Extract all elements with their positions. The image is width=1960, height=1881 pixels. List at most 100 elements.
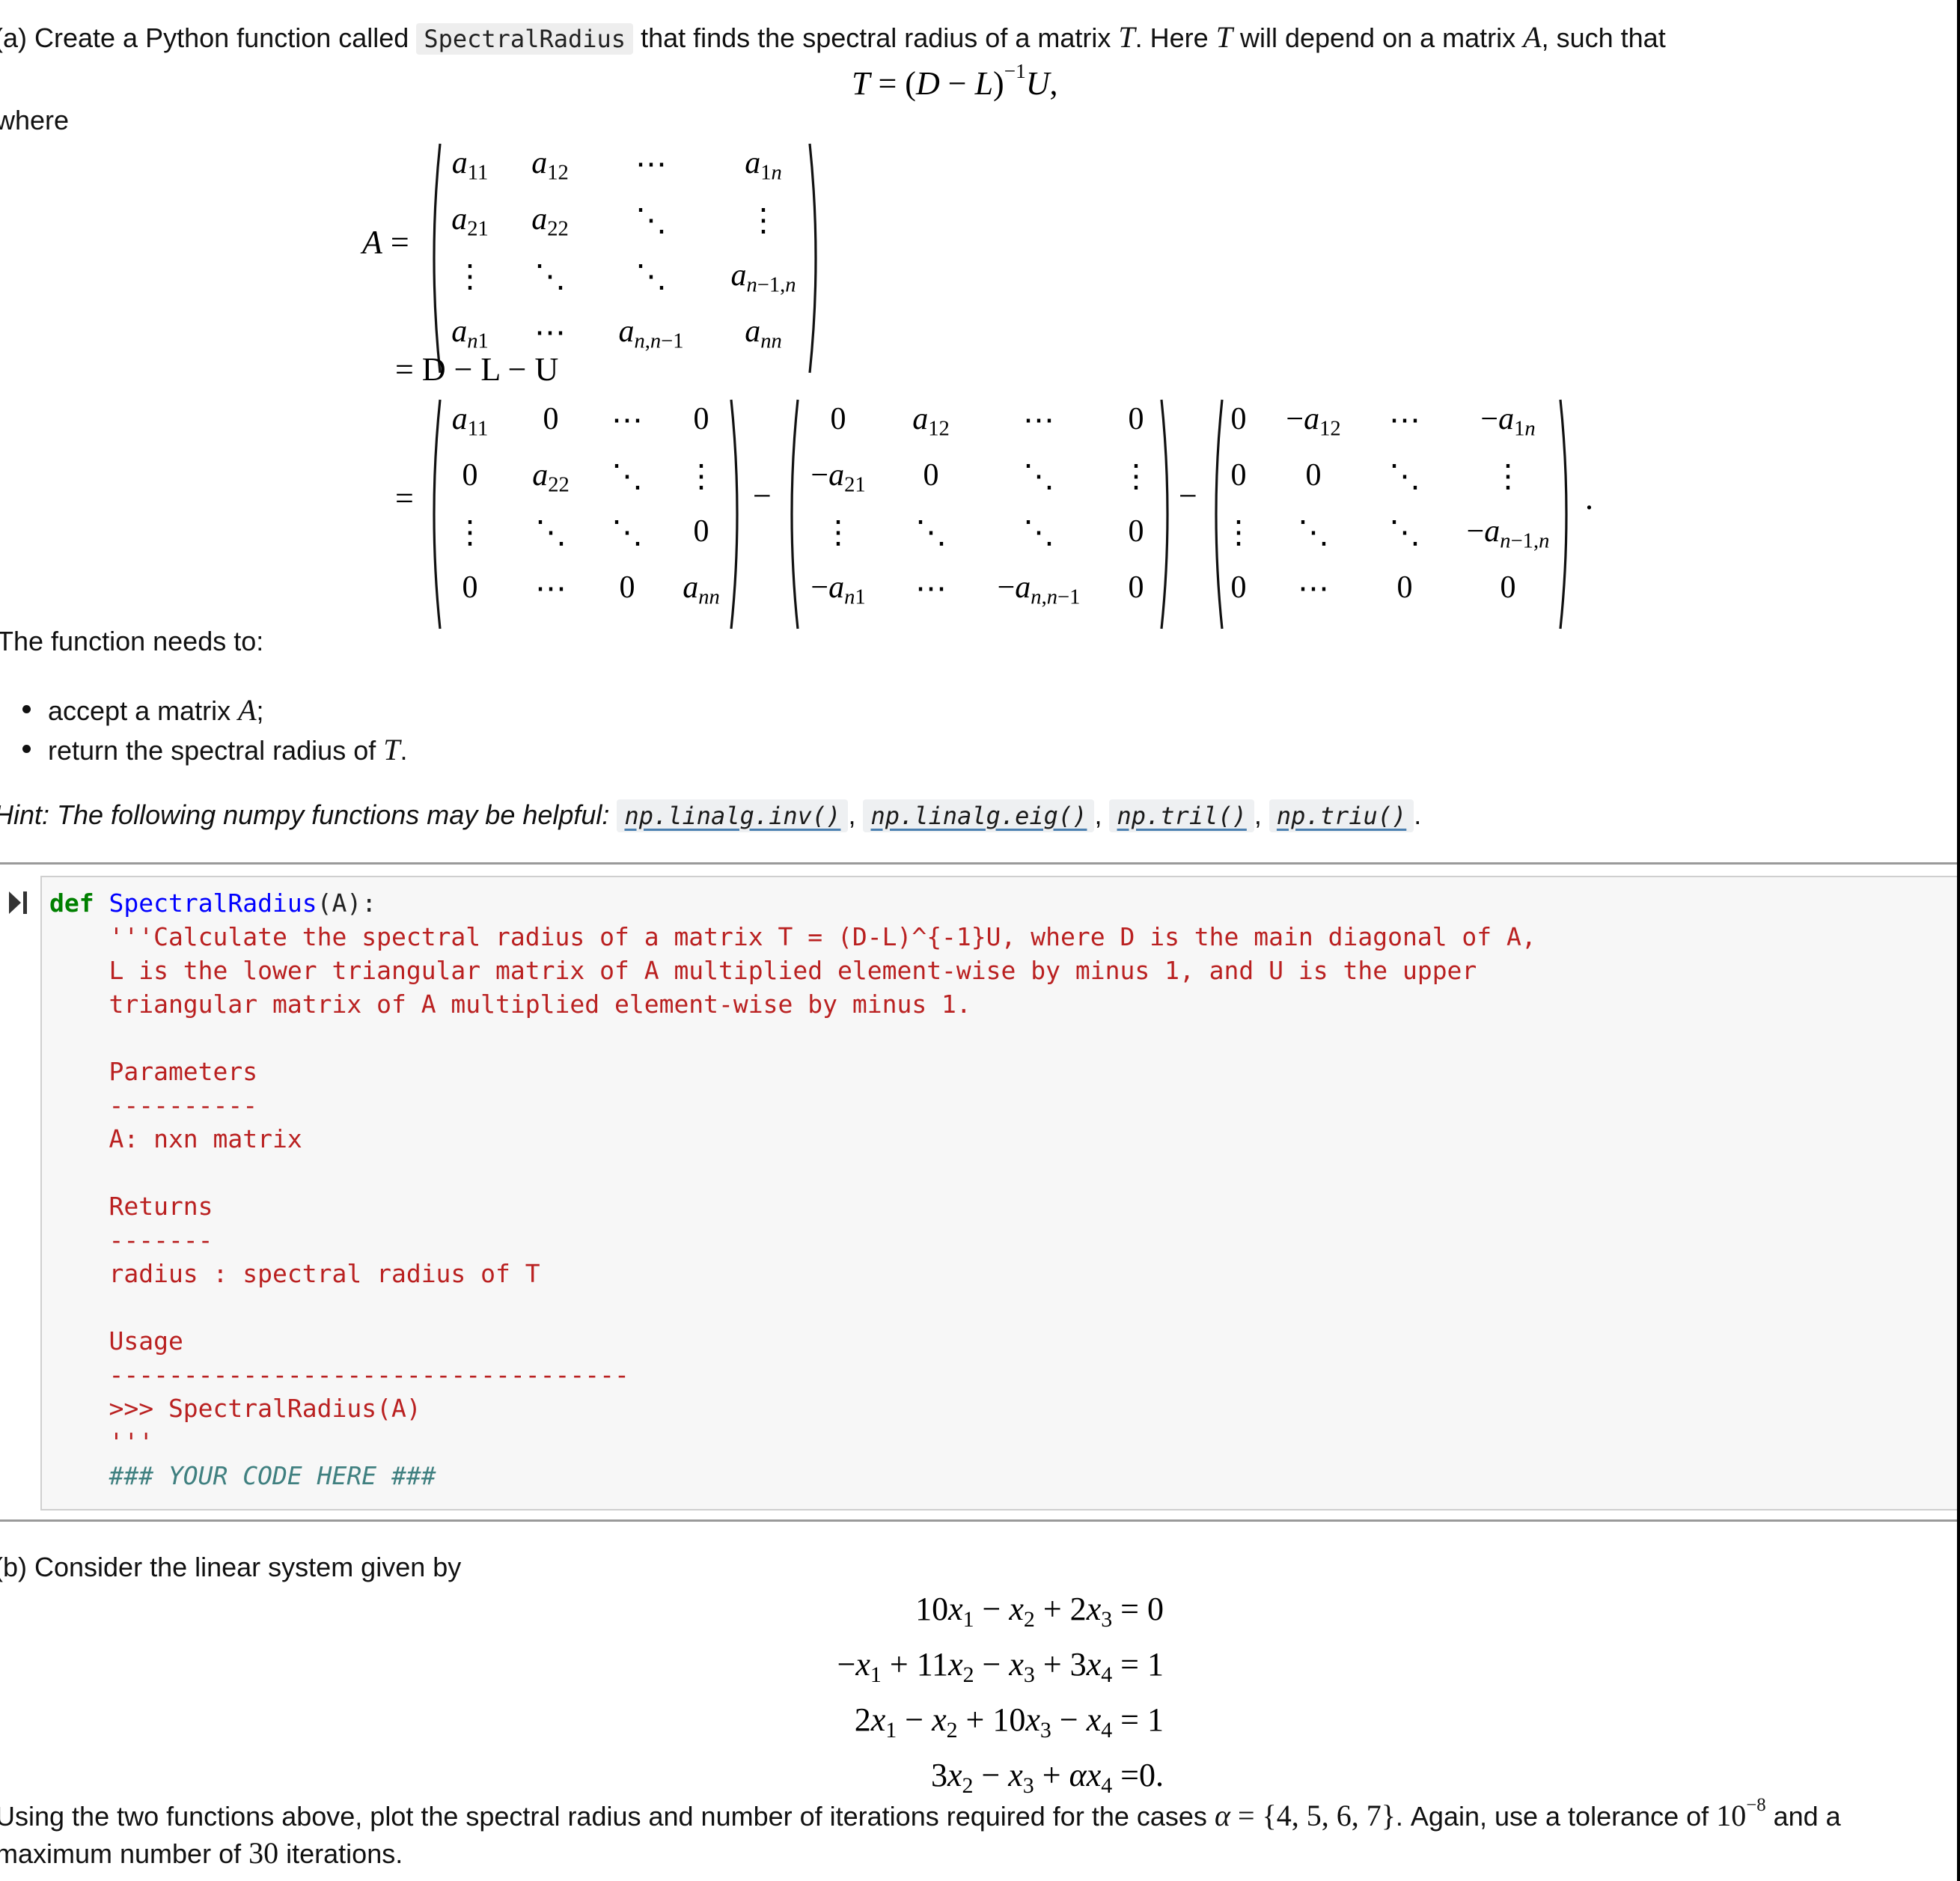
matrix-A-cell: ann [745, 314, 782, 353]
hint-link-eig[interactable]: np.linalg.eig() [863, 799, 1095, 832]
code-lines[interactable]: def SpectralRadius(A): '''Calculate the … [49, 886, 1536, 1493]
hint-link-inv[interactable]: np.linalg.inv() [617, 799, 849, 832]
formula-lhs: T [852, 64, 870, 102]
code-line[interactable]: L is the lower triangular matrix of A mu… [49, 954, 1536, 987]
code-line[interactable]: ------- [49, 1223, 1536, 1257]
matrix-D-cell: ⋯ [535, 572, 567, 606]
matrix-A-eq: = [390, 224, 409, 260]
matrix-A-right-paren [808, 142, 823, 374]
matrix-U-cell: ⋯ [1389, 403, 1420, 438]
docstring: triangular matrix of A multiplied elemen… [49, 990, 971, 1019]
docstring: L is the lower triangular matrix of A mu… [49, 956, 1477, 985]
matrix-A-name: A [362, 224, 382, 260]
matrix-L-cell: 0 [830, 402, 846, 436]
code-line[interactable]: >>> SpectralRadius(A) [49, 1391, 1536, 1425]
code-line[interactable]: triangular matrix of A multiplied elemen… [49, 987, 1536, 1021]
docstring: >>> SpectralRadius(A) [49, 1394, 421, 1423]
matrix-U-cell: ⋮ [1223, 516, 1254, 550]
matrix-D-cell: ⋱ [611, 460, 643, 494]
math-A: A [1523, 20, 1542, 54]
matrix-A-cell: a11 [451, 146, 489, 185]
matrix-D-cell: a22 [532, 458, 570, 497]
function-name: SpectralRadius [109, 888, 317, 918]
code-line[interactable]: '''Calculate the spectral radius of a ma… [49, 920, 1536, 954]
matrix-D-cell: ⋮ [686, 460, 717, 494]
matrix-L-cell: 0 [1128, 402, 1144, 436]
code-plain: (A): [317, 888, 377, 918]
matrix-A-left-paren [427, 142, 442, 374]
docstring: Parameters [49, 1057, 258, 1086]
code-line[interactable]: ----------------------------------- [49, 1358, 1536, 1391]
docstring: ''' [49, 1427, 154, 1457]
matrix-D-cell: ann [683, 570, 720, 609]
matrix-L-cell: −a21 [810, 458, 866, 497]
cell-divider-top [0, 862, 1957, 865]
matrix-L-cell: ⋱ [1023, 516, 1054, 550]
matrix-L-cell: ⋱ [915, 516, 947, 550]
code-line[interactable]: A: nxn matrix [49, 1122, 1536, 1156]
equation-1: 10x1 − x2 + 2x3 = 0 [915, 1591, 1164, 1632]
hint-link-triu[interactable]: np.triu() [1268, 799, 1414, 832]
bullet-tail: ; [256, 695, 264, 726]
matrix-L-right-paren [1160, 398, 1175, 630]
hint-sep: , [848, 799, 856, 830]
docstring: ------- [49, 1225, 213, 1254]
function-needs-label: The function needs to: [0, 626, 264, 656]
formula-eq: = ( [870, 64, 916, 102]
tolerance-exp: −8 [1746, 1795, 1766, 1815]
formula-end: , [1049, 64, 1058, 102]
docstring: '''Calculate the spectral radius of a ma… [49, 922, 1536, 951]
matrix-A-cell: ⋯ [534, 316, 566, 350]
keyword: def [49, 888, 94, 918]
intro-text-4: will depend on a matrix [1239, 22, 1516, 53]
bullet-tail: . [400, 735, 408, 766]
code-line[interactable]: radius : spectral radius of T [49, 1257, 1536, 1290]
docstring: radius : spectral radius of T [49, 1259, 540, 1288]
matrix-U-cell: 0 [1396, 570, 1413, 605]
closing-text-4: maximum number of [0, 1838, 242, 1869]
matrix-U-cell: ⋱ [1298, 516, 1329, 550]
matrix-A-cell: ⋱ [534, 260, 566, 294]
equation-2: −x1 + 11x2 − x3 + 3x4 = 1 [837, 1645, 1164, 1687]
code-line[interactable]: Parameters [49, 1055, 1536, 1088]
matrix-A-cell: a1n [745, 146, 782, 185]
matrix-U-cell: −a1n [1480, 402, 1536, 441]
matrix-L-cell: 0 [1128, 570, 1144, 605]
code-line[interactable]: Usage [49, 1324, 1536, 1358]
max-iterations: 30 [248, 1836, 279, 1870]
docstring: Returns [49, 1192, 213, 1221]
matrix-U-cell: −an−1,n [1466, 514, 1550, 553]
math-T: T [1118, 20, 1135, 54]
code-line[interactable] [49, 1290, 1536, 1324]
matrix-L-cell: 0 [923, 458, 939, 493]
matrix-A-cell: ⋮ [748, 204, 779, 238]
matrix-D-cell: ⋯ [611, 403, 643, 438]
matrix-D-cell: ⋱ [535, 516, 567, 550]
decomposition-line: = D − L − U [395, 351, 559, 388]
matrix-L-cell: ⋮ [1120, 460, 1152, 494]
closing-line-1: Using the two functions above, plot the … [0, 1795, 1841, 1833]
run-cell-icon[interactable] [9, 889, 28, 921]
code-line[interactable]: ''' [49, 1425, 1536, 1459]
code-line[interactable] [49, 1156, 1536, 1189]
hint-link-tril[interactable]: np.tril() [1109, 799, 1254, 832]
code-line[interactable] [49, 1021, 1536, 1055]
matrix-U-cell: ⋮ [1492, 460, 1524, 494]
bullet-2 [22, 745, 31, 753]
code-line[interactable]: ---------- [49, 1088, 1536, 1122]
matrix-U-cell: 0 [1230, 402, 1247, 436]
code-cell-editor[interactable]: def SpectralRadius(A): '''Calculate the … [40, 876, 1957, 1510]
intro-text-5: , such that [1541, 22, 1666, 53]
matrix-A-cell: an−1,n [730, 258, 796, 297]
hint-line: Hint: The following numpy functions may … [0, 799, 1421, 832]
formula-L: L [974, 64, 994, 102]
code-line[interactable]: Returns [49, 1189, 1536, 1223]
minus-sign-1: − [753, 478, 772, 514]
code-line[interactable]: def SpectralRadius(A): [49, 886, 1536, 920]
part-b-intro: (b) Consider the linear system given by [0, 1552, 462, 1582]
matrix-A-cell: ⋱ [635, 204, 667, 238]
code-line[interactable]: ### YOUR CODE HERE ### [49, 1459, 1536, 1493]
matrix-U-cell: ⋯ [1298, 572, 1329, 606]
matrix-U-cell: 0 [1500, 570, 1516, 605]
period: . [1585, 480, 1593, 516]
